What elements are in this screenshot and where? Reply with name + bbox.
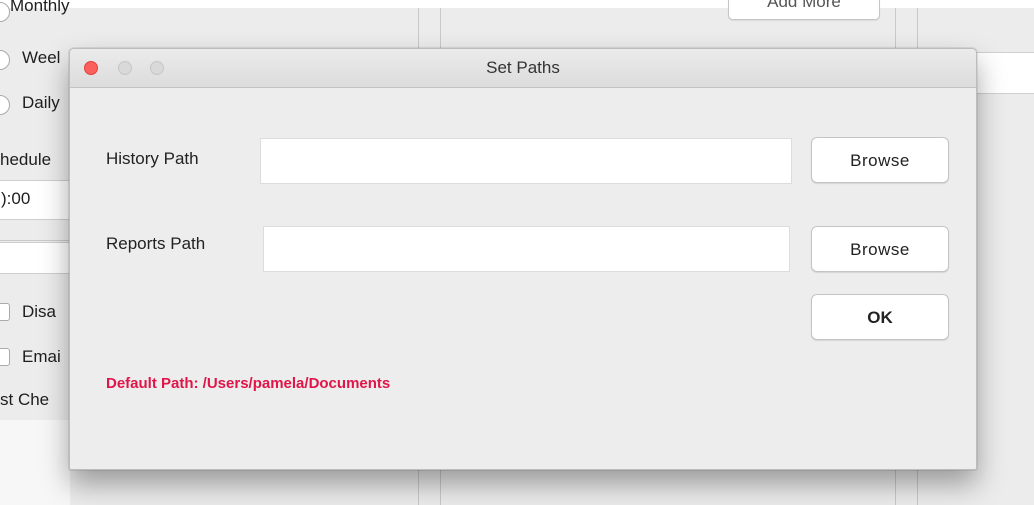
checkbox-disable[interactable] (0, 303, 10, 321)
radio-daily[interactable] (0, 95, 10, 115)
close-window-button[interactable] (84, 61, 98, 75)
radio-daily-label: Daily (22, 93, 60, 112)
history-path-input[interactable] (260, 138, 792, 184)
add-more-button[interactable]: Add More (728, 0, 880, 20)
divider (0, 240, 70, 241)
schedule-label: hedule (0, 150, 52, 169)
reports-path-input[interactable] (263, 226, 790, 272)
background-panel (0, 420, 70, 505)
reports-path-label: Reports Path (106, 234, 206, 253)
default-path-note: Default Path: /Users/pamela/Documents (106, 375, 391, 392)
checkbox-email-label: Emai (22, 347, 61, 366)
background-field[interactable] (0, 242, 75, 274)
dialog-title: Set Paths (486, 58, 560, 77)
radio-weekly-label: Weel (22, 48, 61, 67)
reports-browse-button[interactable]: Browse (811, 226, 949, 272)
history-path-label: History Path (106, 149, 199, 168)
checkbox-email[interactable] (0, 348, 10, 366)
checkbox-disable-label: Disa (22, 302, 57, 321)
history-browse-button[interactable]: Browse (811, 137, 949, 183)
maximize-window-button[interactable] (150, 61, 164, 75)
background-right-field[interactable] (976, 52, 1034, 94)
set-paths-dialog: Set Paths History Path Browse Reports Pa… (69, 48, 977, 470)
minimize-window-button[interactable] (118, 61, 132, 75)
ok-button[interactable]: OK (811, 294, 949, 340)
last-check-label: st Che (0, 390, 50, 409)
time-input[interactable]: ):00 (0, 180, 75, 220)
radio-weekly[interactable] (0, 50, 10, 70)
radio-monthly-label: Monthly (10, 0, 70, 15)
dialog-titlebar[interactable]: Set Paths (70, 49, 976, 88)
